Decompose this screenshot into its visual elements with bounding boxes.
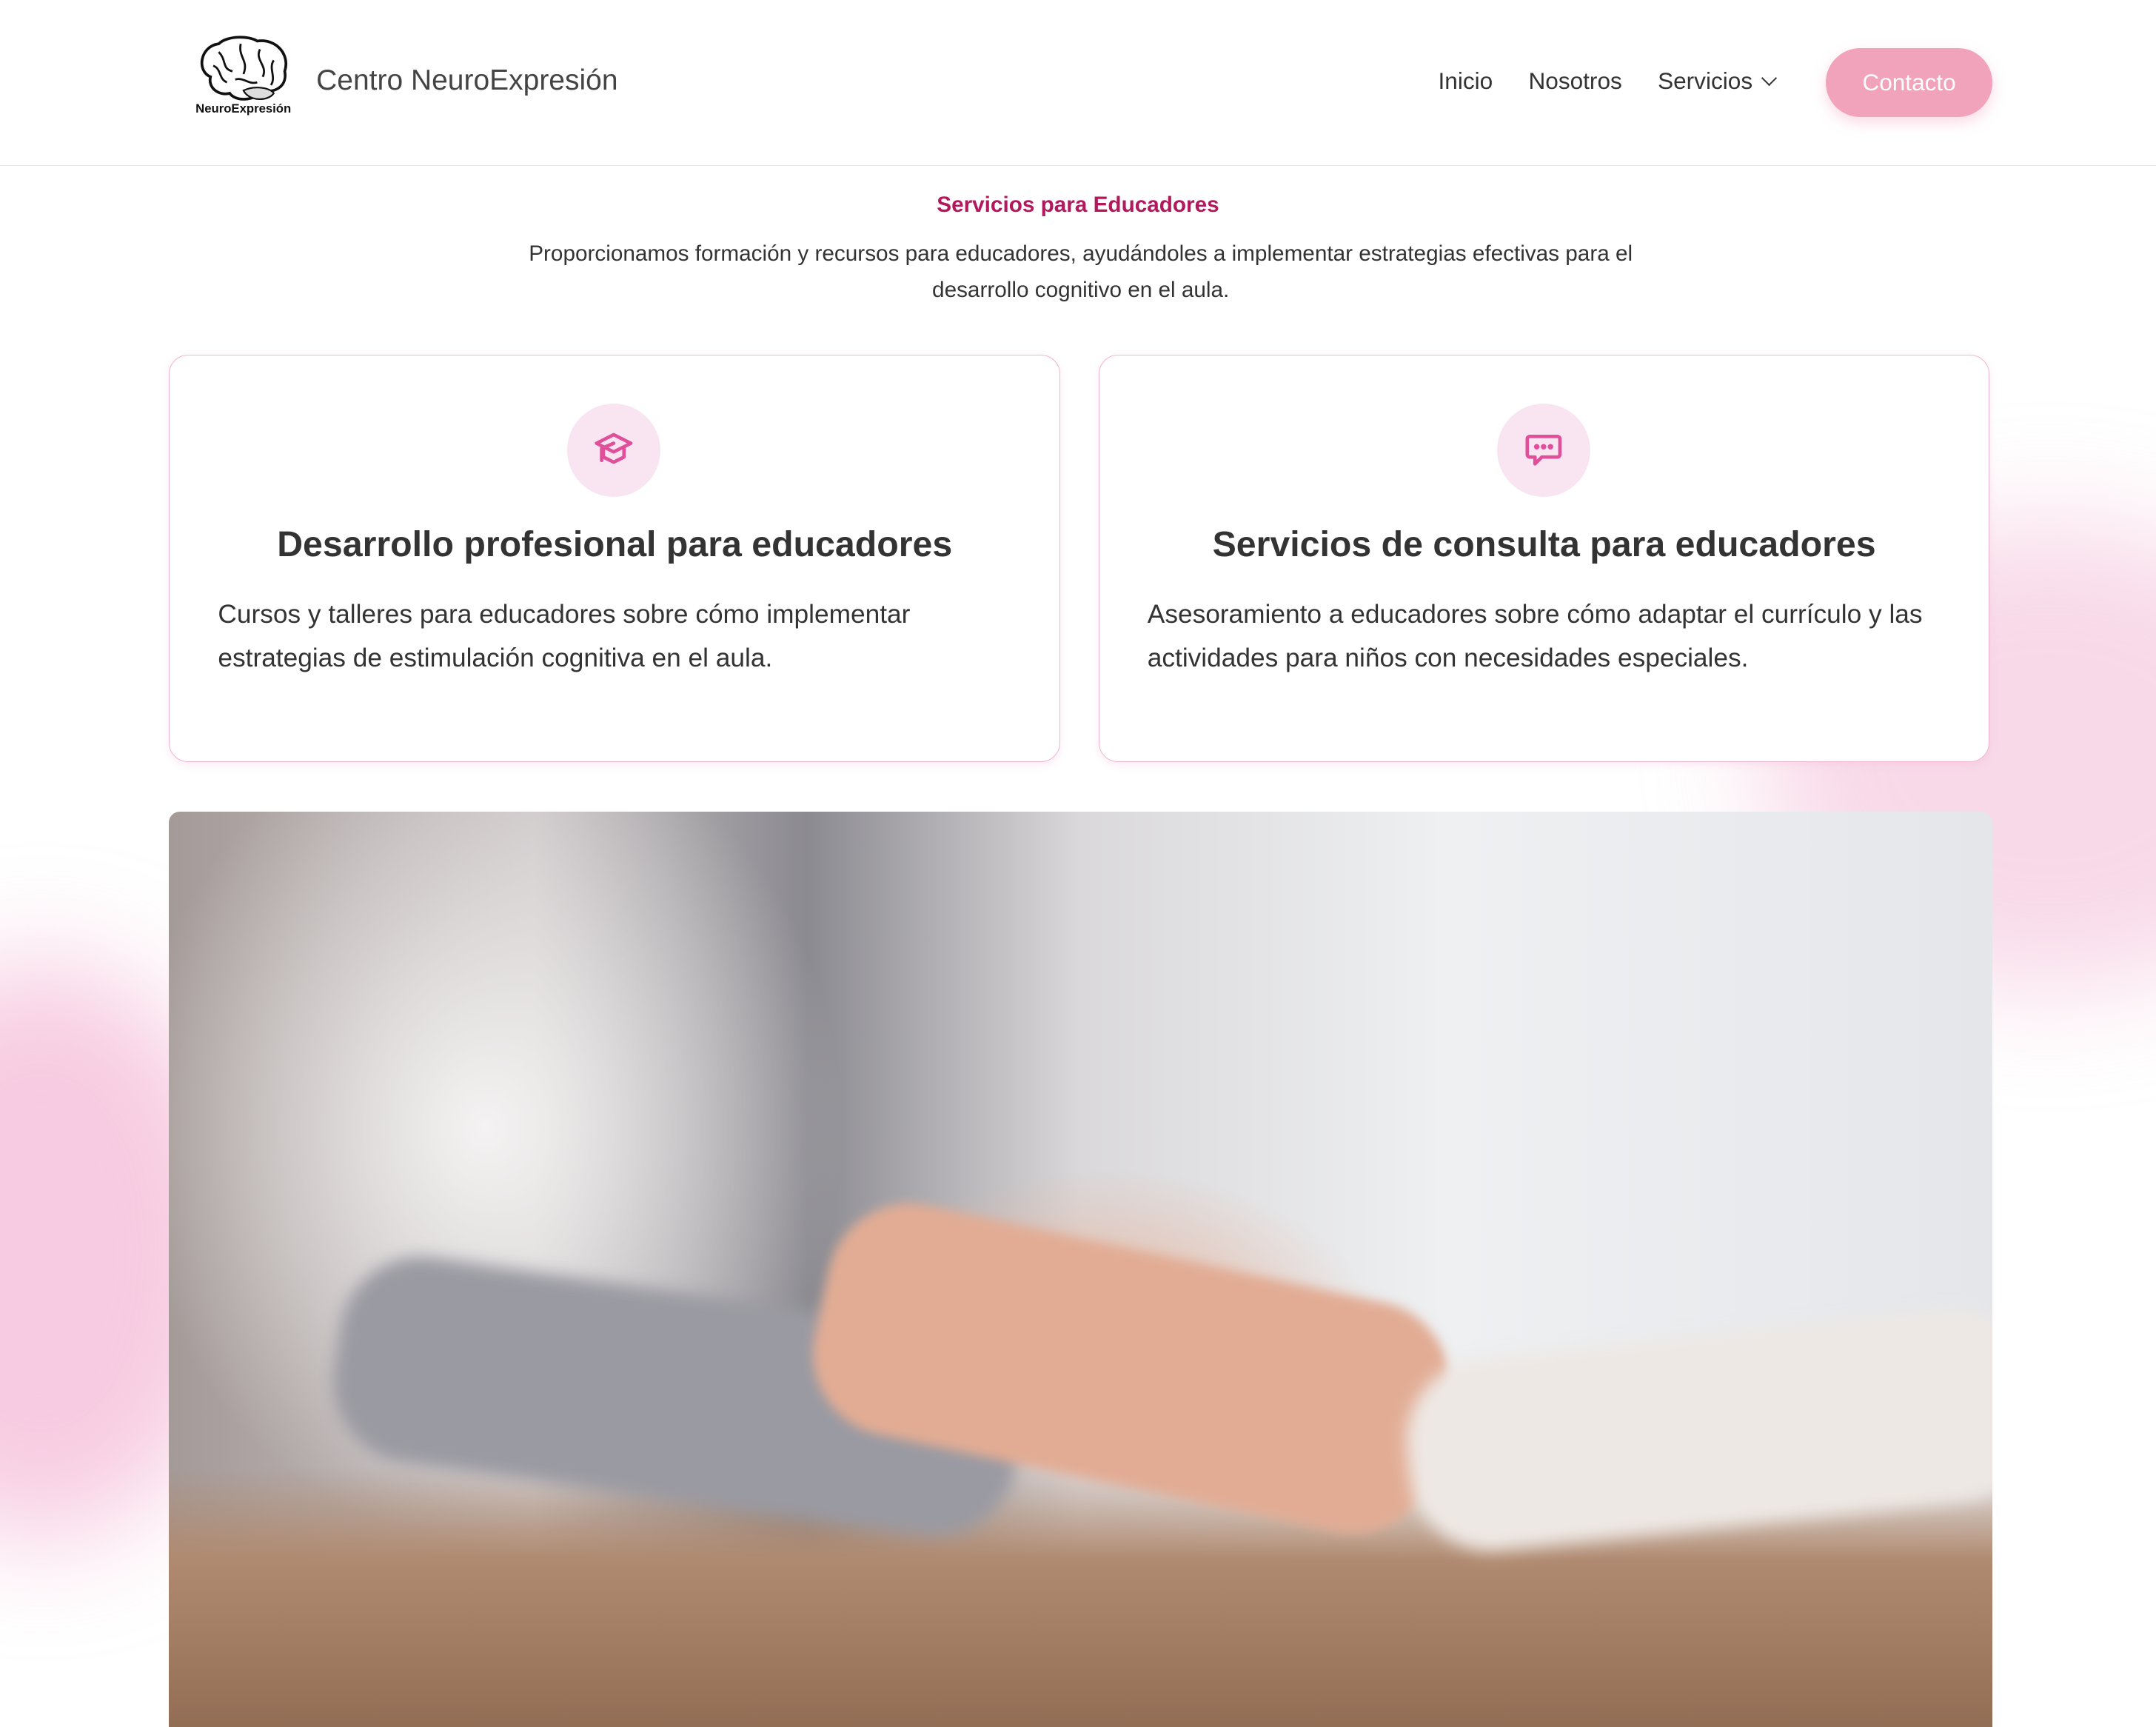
card-text: Cursos y talleres para educadores sobre … (218, 599, 911, 672)
photo-arm-right (1398, 1301, 1992, 1560)
logo[interactable]: NeuroExpresión (186, 36, 301, 124)
site-header: NeuroExpresión Centro NeuroExpresión Ini… (0, 0, 2156, 166)
main-nav: Inicio Nosotros Servicios (1439, 67, 1778, 95)
service-card: Servicios de consulta para educadores As… (1098, 355, 1990, 762)
page: NeuroExpresión Centro NeuroExpresión Ini… (0, 0, 2156, 1727)
icon-circle (1496, 404, 1590, 498)
card-title: Desarrollo profesional para educadores (277, 524, 953, 564)
chevron-down-icon (1761, 70, 1778, 86)
nav-servicios-label: Servicios (1658, 67, 1753, 94)
contact-button[interactable]: Contacto (1826, 47, 1992, 117)
section-description: Proporcionamos formación y recursos para… (529, 241, 1633, 302)
hands-photo (169, 811, 1992, 1727)
service-card: Desarrollo profesional para educadores C… (169, 355, 1060, 762)
card-text: Asesoramiento a educadores sobre cómo ad… (1147, 599, 1923, 672)
brand-name[interactable]: Centro NeuroExpresión (316, 64, 617, 97)
nav-nosotros[interactable]: Nosotros (1528, 67, 1621, 95)
logo-text: NeuroExpresión (195, 101, 292, 116)
section-title: Servicios para Educadores (937, 192, 1219, 217)
chat-bubble-icon (1525, 435, 1562, 467)
card-title: Servicios de consulta para educadores (1212, 524, 1876, 564)
brain-icon (200, 36, 287, 101)
graduation-cap-icon (595, 433, 633, 464)
nav-servicios[interactable]: Servicios (1658, 67, 1778, 95)
nav-inicio[interactable]: Inicio (1439, 67, 1493, 95)
icon-circle (567, 404, 661, 498)
